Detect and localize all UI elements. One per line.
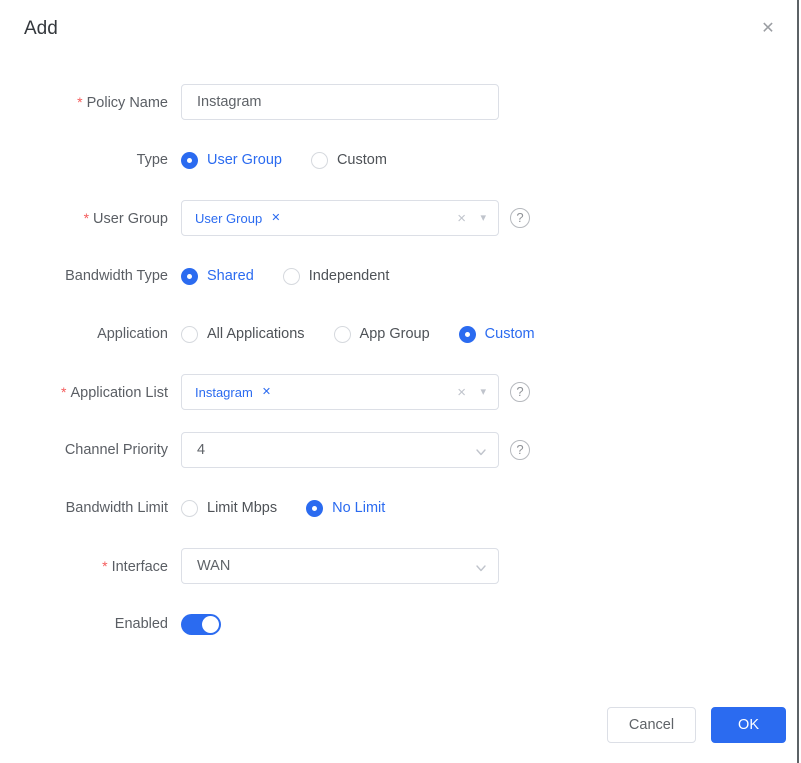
application-label: Application: [97, 326, 168, 342]
required-asterisk: *: [83, 209, 90, 226]
tag-remove-icon[interactable]: ✕: [271, 212, 280, 224]
row-application-list: * Application List Instagram ✕ × ▾ ?: [0, 374, 801, 410]
row-enabled: Enabled: [0, 606, 801, 642]
row-application: Application All Applications App Group C…: [0, 316, 801, 352]
tag-remove-icon[interactable]: ✕: [262, 386, 271, 398]
radio-selected-icon: [306, 499, 324, 517]
interface-select[interactable]: WAN: [181, 548, 499, 584]
user-group-multiselect[interactable]: User Group ✕ × ▾: [181, 200, 499, 236]
chevron-down-icon: ▾: [480, 386, 486, 398]
toggle-knob: [202, 615, 219, 633]
clear-icon[interactable]: ×: [457, 383, 466, 402]
radio-unselected-icon: [181, 325, 198, 343]
application-radio-all-applications[interactable]: All Applications: [181, 325, 305, 343]
radio-unselected-icon: [310, 151, 328, 169]
row-user-group: * User Group User Group ✕ × ▾ ?: [0, 200, 801, 236]
bandwidth-type-radio-group: Shared Independent: [181, 267, 389, 285]
dialog-footer: Cancel OK: [606, 707, 786, 743]
enabled-label: Enabled: [114, 616, 168, 632]
required-asterisk: *: [61, 383, 67, 400]
screen-edge-line: [797, 0, 799, 763]
bandwidth-type-label: Bandwidth Type: [65, 268, 168, 284]
type-radio-user-group[interactable]: User Group: [181, 151, 282, 169]
close-icon: ✕: [761, 20, 775, 37]
ok-button[interactable]: OK: [711, 707, 786, 743]
required-asterisk: *: [102, 557, 108, 574]
policy-name-label: * Policy Name: [77, 93, 168, 111]
chevron-down-icon: ▾: [480, 212, 486, 224]
user-group-tag: User Group ✕: [195, 210, 281, 226]
application-list-label: * Application List: [61, 383, 168, 401]
radio-unselected-icon: [333, 325, 351, 343]
radio-unselected-icon: [282, 267, 300, 285]
application-list-tag: Instagram ✕: [195, 384, 272, 400]
radio-selected-icon: [458, 325, 476, 343]
radio-selected-icon: [181, 267, 198, 285]
bandwidth-type-radio-shared[interactable]: Shared: [181, 267, 254, 285]
row-bandwidth-type: Bandwidth Type Shared Independent: [0, 258, 801, 294]
row-bandwidth-limit: Bandwidth Limit Limit Mbps No Limit: [0, 490, 801, 526]
required-asterisk: *: [77, 93, 83, 110]
radio-selected-icon: [181, 151, 198, 169]
application-radio-custom[interactable]: Custom: [458, 325, 535, 343]
enabled-toggle[interactable]: [181, 613, 221, 635]
interface-label: * Interface: [102, 557, 168, 575]
type-label: Type: [136, 152, 168, 168]
radio-unselected-icon: [181, 499, 198, 517]
close-button[interactable]: ✕: [757, 18, 779, 40]
dialog-title: Add: [24, 18, 58, 39]
policy-name-input[interactable]: [181, 84, 499, 120]
add-policy-dialog: Add ✕ *Policy Name Type User Group: [0, 0, 801, 763]
bandwidth-type-radio-independent[interactable]: Independent: [282, 267, 389, 285]
clear-icon[interactable]: ×: [457, 209, 466, 228]
type-radio-custom[interactable]: Custom: [310, 151, 387, 169]
application-radio-app-group[interactable]: App Group: [333, 325, 430, 343]
chevron-down-icon: [475, 561, 487, 579]
row-channel-priority: Channel Priority 4 ?: [0, 432, 801, 468]
chevron-down-icon: [475, 445, 487, 463]
dialog-header: Add: [0, 0, 801, 44]
channel-priority-help-icon[interactable]: ?: [510, 440, 530, 460]
user-group-label: * User Group: [83, 209, 168, 227]
type-radio-group: User Group Custom: [181, 151, 387, 169]
bandwidth-limit-radio-limit-mbps[interactable]: Limit Mbps: [181, 499, 277, 517]
application-list-help-icon[interactable]: ?: [510, 382, 530, 402]
add-policy-form: *Policy Name Type User Group Custom: [0, 84, 801, 642]
row-policy-name: * Policy Name: [0, 84, 801, 120]
application-list-multiselect[interactable]: Instagram ✕ × ▾: [181, 374, 499, 410]
row-interface: * Interface WAN: [0, 548, 801, 584]
bandwidth-limit-radio-no-limit[interactable]: No Limit: [306, 499, 385, 517]
channel-priority-select[interactable]: 4: [181, 432, 499, 468]
cancel-button[interactable]: Cancel: [606, 707, 697, 743]
bandwidth-limit-radio-group: Limit Mbps No Limit: [181, 499, 385, 517]
bandwidth-limit-label: Bandwidth Limit: [65, 500, 168, 516]
user-group-help-icon[interactable]: ?: [510, 208, 530, 228]
channel-priority-label: Channel Priority: [64, 442, 168, 458]
row-type: Type User Group Custom: [0, 142, 801, 178]
application-radio-group: All Applications App Group Custom: [181, 325, 535, 343]
